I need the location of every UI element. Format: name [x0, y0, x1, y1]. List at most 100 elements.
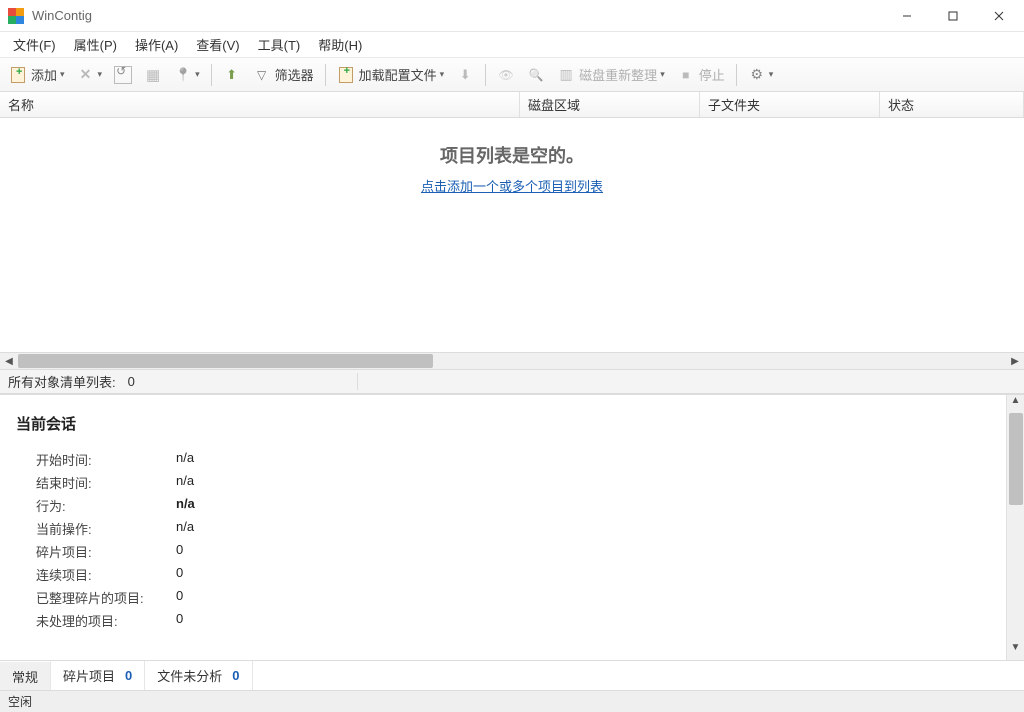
menu-props[interactable]: 属性(P) — [65, 32, 126, 57]
title-bar: WinContig — [0, 0, 1024, 32]
scroll-up-arrow[interactable]: ▲ — [1007, 395, 1024, 413]
end-time-label: 结束时间: — [16, 473, 176, 492]
status-text: 空闲 — [8, 695, 32, 709]
magnifier-icon — [527, 66, 545, 84]
frag-items-value: 0 — [176, 542, 183, 561]
load-profile-label: 加载配置文件 — [359, 65, 437, 84]
scroll-track[interactable] — [18, 354, 1006, 368]
separator — [736, 64, 737, 86]
remove-icon: ✕ — [77, 66, 95, 84]
scroll-thumb[interactable] — [1009, 413, 1023, 505]
scroll-right-arrow[interactable]: ▶ — [1006, 356, 1024, 367]
item-list: 项目列表是空的。 点击添加一个或多个项目到列表 — [0, 118, 1024, 352]
column-name[interactable]: 名称 — [0, 92, 520, 117]
menu-tools[interactable]: 工具(T) — [249, 32, 310, 57]
stop-button[interactable]: 停止 — [672, 62, 730, 88]
pin-button[interactable]: ▾ — [169, 62, 205, 88]
column-subfolder[interactable]: 子文件夹 — [700, 92, 880, 117]
download-icon — [456, 66, 474, 84]
stop-label: 停止 — [699, 65, 725, 84]
frag-items-label: 碎片项目: — [16, 542, 176, 561]
column-header-row: 名称 磁盘区域 子文件夹 状态 — [0, 92, 1024, 118]
menu-file[interactable]: 文件(F) — [4, 32, 65, 57]
filter-label: 筛选器 — [275, 65, 314, 84]
unprocessed-label: 未处理的项目: — [16, 611, 176, 630]
defrag-icon — [557, 66, 575, 84]
object-count-label: 所有对象清单列表: — [8, 372, 116, 391]
scroll-down-arrow[interactable]: ▼ — [1007, 642, 1024, 660]
tab-unanalyzed[interactable]: 文件未分析 0 — [145, 661, 252, 690]
upload-icon — [223, 66, 241, 84]
defrag-label: 磁盘重新整理 — [579, 65, 657, 84]
vertical-scrollbar[interactable]: ▲ ▼ — [1006, 395, 1024, 660]
separator — [325, 64, 326, 86]
column-status[interactable]: 状态 — [880, 92, 1024, 117]
column-disk[interactable]: 磁盘区域 — [520, 92, 700, 117]
action-value: n/a — [176, 496, 195, 515]
tab-fragments[interactable]: 碎片项目 0 — [51, 661, 145, 690]
status-bar: 空闲 — [0, 690, 1024, 712]
cont-items-label: 连续项目: — [16, 565, 176, 584]
add-label: 添加 — [31, 65, 57, 84]
close-button[interactable] — [976, 1, 1022, 31]
action-label: 行为: — [16, 496, 176, 515]
refresh-icon — [114, 66, 132, 84]
gear-icon — [748, 66, 766, 84]
empty-title: 项目列表是空的。 — [440, 142, 584, 168]
empty-add-link[interactable]: 点击添加一个或多个项目到列表 — [421, 176, 603, 195]
tab-unanalyzed-badge: 0 — [232, 668, 239, 683]
settings-button[interactable]: ▾ — [743, 62, 779, 88]
session-title: 当前会话 — [16, 413, 990, 434]
defrag-done-label: 已整理碎片的项目: — [16, 588, 176, 607]
tab-general[interactable]: 常规 — [0, 661, 51, 690]
start-time-value: n/a — [176, 450, 194, 469]
add-button[interactable]: 添加 ▾ — [4, 62, 70, 88]
object-count-bar: 所有对象清单列表: 0 — [0, 370, 1024, 394]
scroll-left-arrow[interactable]: ◀ — [0, 356, 18, 367]
stop-icon — [677, 66, 695, 84]
menu-bar: 文件(F) 属性(P) 操作(A) 查看(V) 工具(T) 帮助(H) — [0, 32, 1024, 58]
scroll-track[interactable] — [1007, 413, 1024, 642]
bottom-tabs: 常规 碎片项目 0 文件未分析 0 — [0, 660, 1024, 690]
end-time-value: n/a — [176, 473, 194, 492]
menu-view[interactable]: 查看(V) — [187, 32, 248, 57]
refresh-button[interactable] — [109, 62, 137, 88]
current-op-value: n/a — [176, 519, 194, 538]
separator — [211, 64, 212, 86]
cont-items-value: 0 — [176, 565, 183, 584]
menu-ops[interactable]: 操作(A) — [126, 32, 187, 57]
separator — [485, 64, 486, 86]
chevron-down-icon: ▾ — [440, 69, 445, 80]
funnel-icon — [253, 66, 271, 84]
toolbar: 添加 ▾ ✕ ▾ ▾ 筛选器 加载配置文件 ▾ 磁盘重新整理 ▾ 停止 ▾ — [0, 58, 1024, 92]
chevron-down-icon: ▾ — [660, 69, 665, 80]
preview-icon — [497, 66, 515, 84]
tab-unanalyzed-label: 文件未分析 — [157, 666, 222, 685]
preview-button[interactable] — [492, 62, 520, 88]
tab-fragments-badge: 0 — [125, 668, 132, 683]
menu-help[interactable]: 帮助(H) — [309, 32, 371, 57]
current-op-label: 当前操作: — [16, 519, 176, 538]
chevron-down-icon: ▾ — [769, 69, 774, 80]
maximize-button[interactable] — [930, 1, 976, 31]
export-button[interactable] — [218, 62, 246, 88]
tab-general-label: 常规 — [12, 667, 38, 686]
object-count-value: 0 — [128, 374, 135, 389]
filter-button[interactable]: 筛选器 — [248, 62, 319, 88]
horizontal-scrollbar[interactable]: ◀ ▶ — [0, 352, 1024, 370]
tab-fragments-label: 碎片项目 — [63, 666, 115, 685]
profile-icon — [337, 66, 355, 84]
defrag-button[interactable]: 磁盘重新整理 ▾ — [552, 62, 670, 88]
grid-button[interactable] — [139, 62, 167, 88]
scroll-thumb[interactable] — [18, 354, 433, 368]
session-panel: 当前会话 开始时间:n/a 结束时间:n/a 行为:n/a 当前操作:n/a 碎… — [0, 395, 1006, 660]
load-profile-button[interactable]: 加载配置文件 ▾ — [332, 62, 450, 88]
save-profile-button[interactable] — [451, 62, 479, 88]
minimize-button[interactable] — [884, 1, 930, 31]
chevron-down-icon: ▾ — [60, 69, 65, 80]
pin-icon — [174, 66, 192, 84]
add-file-icon — [9, 66, 27, 84]
remove-button[interactable]: ✕ ▾ — [72, 62, 108, 88]
analyze-button[interactable] — [522, 62, 550, 88]
unprocessed-value: 0 — [176, 611, 183, 630]
